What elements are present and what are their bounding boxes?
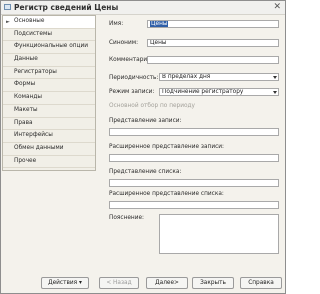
sidebar-item-label: Макеты (14, 106, 38, 113)
periodicity-label: Периодичность: (109, 75, 159, 81)
name-value: Цены (150, 21, 169, 27)
sidebar-item-label: Функциональные опции (14, 43, 89, 50)
register-icon (4, 4, 11, 10)
close-label: Закрыть (200, 280, 226, 286)
sidebar-item-subsystems[interactable]: Подсистемы (3, 29, 95, 42)
record-representation-field[interactable] (109, 128, 279, 136)
periodicity-select[interactable]: В пределах дня (159, 73, 279, 81)
record-representation-label: Представление записи: (109, 118, 182, 124)
sidebar-item-label: Права (14, 119, 33, 126)
ext-list-representation-field[interactable] (109, 201, 279, 209)
sidebar: ► Основные Подсистемы Функциональные опц… (2, 15, 96, 171)
sidebar-item-label: Подсистемы (14, 30, 52, 37)
synonym-field[interactable]: Цены (147, 39, 279, 47)
next-label: Далее> (155, 280, 179, 286)
sidebar-item-commands[interactable]: Команды (3, 92, 95, 105)
ext-record-representation-label: Расширенное представление записи: (109, 144, 225, 150)
back-label: < Назад (106, 280, 132, 286)
comment-field[interactable] (147, 56, 279, 64)
chevron-down-icon: ▾ (79, 280, 82, 286)
sidebar-item-label: Обмен данными (14, 144, 64, 151)
sidebar-item-functional-options[interactable]: Функциональные опции (3, 41, 95, 55)
actions-menu-button[interactable]: Действия ▾ (41, 277, 89, 289)
sidebar-item-label: Данные (14, 56, 38, 63)
sidebar-item-label: Прочее (14, 157, 37, 164)
sidebar-item-label: Интерфейсы (14, 132, 53, 139)
sidebar-item-label: Команды (14, 94, 42, 101)
sidebar-item-forms[interactable]: Формы (3, 79, 95, 93)
back-button[interactable]: < Назад (99, 277, 139, 289)
actions-label: Действия (48, 280, 78, 286)
current-section-marker-icon: ► (6, 19, 10, 25)
help-button[interactable]: Справка (240, 277, 282, 289)
sidebar-item-registrators[interactable]: Регистраторы (3, 67, 95, 80)
window-title: Регистр сведений Цены (14, 3, 119, 12)
write-mode-value: Подчинение регистратору (162, 89, 244, 95)
explanation-textarea[interactable] (159, 214, 279, 254)
main-filter-by-period-option[interactable]: Основной отбор по периоду (109, 103, 195, 109)
list-representation-field[interactable] (109, 179, 279, 187)
write-mode-select[interactable]: Подчинение регистратору (159, 88, 279, 96)
sidebar-item-label: Регистраторы (14, 68, 57, 75)
chevron-down-icon (273, 76, 277, 79)
sidebar-item-templates[interactable]: Макеты (3, 105, 95, 118)
name-label: Имя: (109, 21, 124, 27)
register-window: Регистр сведений Цены ✕ ► Основные Подси… (0, 0, 286, 294)
sidebar-item-label: Формы (14, 81, 36, 88)
sidebar-item-data-exchange[interactable]: Обмен данными (3, 143, 95, 156)
sidebar-item-rights[interactable]: Права (3, 118, 95, 131)
sidebar-item-data[interactable]: Данные (3, 54, 95, 67)
next-button[interactable]: Далее> (146, 277, 188, 289)
sidebar-item-interfaces[interactable]: Интерфейсы (3, 130, 95, 143)
synonym-label: Синоним: (109, 40, 139, 46)
sidebar-item-label: Основные (14, 18, 45, 24)
close-icon[interactable]: ✕ (273, 2, 281, 12)
chevron-down-icon (273, 91, 277, 94)
ext-record-representation-field[interactable] (109, 154, 279, 162)
sidebar-item-other[interactable]: Прочее (3, 156, 95, 169)
synonym-value: Цены (150, 40, 167, 46)
ext-list-representation-label: Расширенное представление списка: (109, 191, 224, 197)
close-button[interactable]: Закрыть (192, 277, 234, 289)
sidebar-item-main[interactable]: Основные (3, 16, 95, 29)
periodicity-value: В пределах дня (162, 74, 211, 80)
name-field[interactable]: Цены (147, 20, 279, 28)
explanation-label: Пояснение: (109, 215, 145, 221)
write-mode-label: Режим записи: (109, 89, 155, 95)
list-representation-label: Представление списка: (109, 169, 182, 175)
title-bar: Регистр сведений Цены ✕ (1, 1, 285, 15)
help-label: Справка (248, 280, 274, 286)
